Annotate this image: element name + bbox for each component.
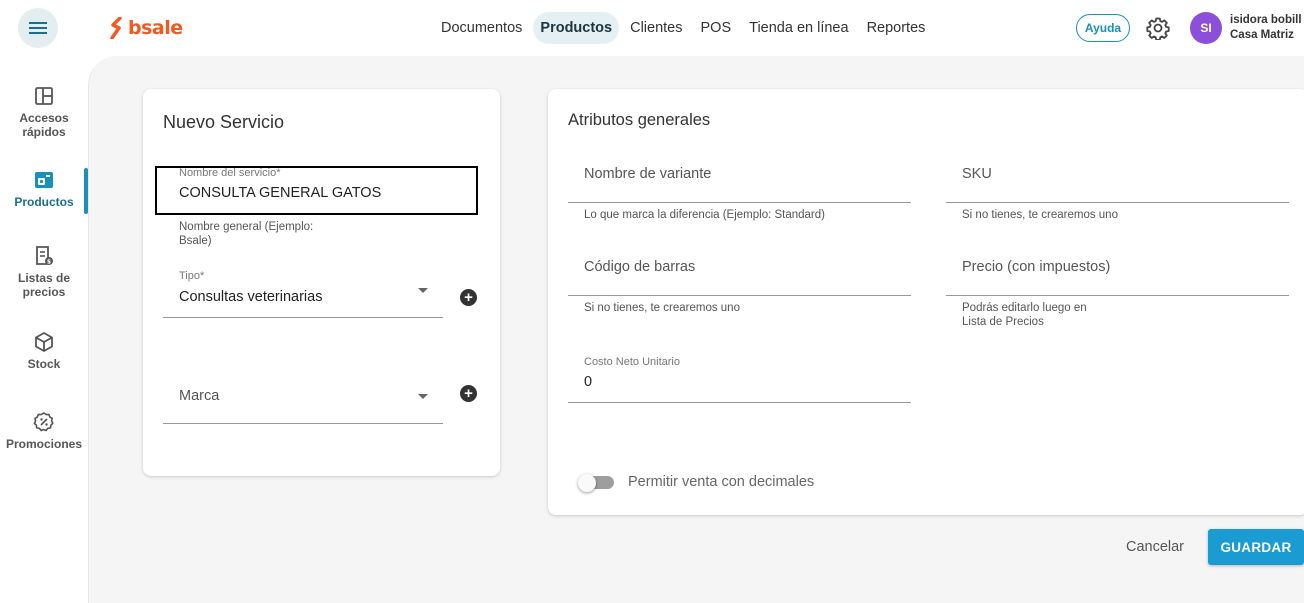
price-underline (946, 295, 1289, 296)
decimals-toggle[interactable] (578, 474, 614, 492)
cube-icon (35, 332, 53, 352)
marca-select[interactable]: Marca (163, 378, 443, 424)
save-button[interactable]: GUARDAR (1208, 529, 1304, 565)
nav-clientes[interactable]: Clientes (623, 12, 689, 44)
cost-label: Costo Neto Unitario (584, 356, 680, 368)
nav-productos[interactable]: Productos (533, 12, 620, 44)
barcode-underline (568, 295, 911, 296)
sidebar-item-promociones[interactable]: Promociones (0, 411, 88, 451)
plus-icon: + (464, 385, 473, 402)
marca-underline (163, 423, 443, 424)
nav-reportes[interactable]: Reportes (860, 12, 933, 44)
user-branch: Casa Matriz (1230, 29, 1294, 41)
price-list-icon: $ (36, 246, 53, 266)
tipo-value: Consultas veterinarias (179, 289, 323, 305)
plus-icon: + (464, 289, 473, 306)
add-marca-button[interactable]: + (460, 385, 477, 402)
sku-hint: Si no tienes, te crearemos uno (962, 209, 1118, 221)
toggle-knob (578, 474, 596, 492)
focus-outline (155, 166, 478, 215)
variant-name-underline (568, 202, 911, 203)
sidebar-item-label: Stock (27, 357, 61, 371)
variant-name-placeholder: Nombre de variante (584, 166, 712, 182)
avatar[interactable]: SI (1190, 12, 1222, 44)
price-placeholder: Precio (con impuestos) (962, 259, 1111, 275)
top-bar: bsale Documentos Productos Clientes POS … (0, 0, 1304, 56)
variant-name-field[interactable]: Nombre de variante (568, 158, 911, 203)
nav-tienda-en-linea[interactable]: Tienda en línea (742, 12, 855, 44)
variant-name-hint: Lo que marca la diferencia (Ejemplo: Sta… (584, 209, 825, 221)
service-name-hint: Nombre general (Ejemplo: Bsale) (179, 221, 314, 247)
layout-grid-icon (35, 87, 53, 105)
gear-icon[interactable] (1146, 16, 1170, 40)
sidebar-item-accesos-rapidos[interactable]: Accesos rápidos (0, 85, 88, 139)
nav-documentos[interactable]: Documentos (434, 12, 529, 44)
card-title: Nuevo Servicio (163, 112, 285, 132)
user-info[interactable]: isidora bobill Casa Matriz (1230, 13, 1302, 43)
help-button[interactable]: Ayuda (1076, 14, 1130, 42)
barcode-field[interactable]: Código de barras (568, 251, 911, 296)
barcode-placeholder: Código de barras (584, 259, 696, 275)
barcode-hint: Si no tienes, te crearemos uno (584, 302, 740, 314)
brand-name: bsale (128, 17, 183, 39)
sidebar-item-label: Productos (14, 195, 74, 209)
add-tipo-button[interactable]: + (460, 289, 477, 306)
cost-value: 0 (584, 374, 593, 390)
svg-text:$: $ (47, 259, 51, 266)
discount-badge-icon (33, 412, 54, 432)
card-title: Atributos generales (568, 111, 711, 129)
menu-button[interactable] (18, 8, 58, 48)
hamburger-icon (29, 22, 47, 34)
price-field[interactable]: Precio (con impuestos) (946, 251, 1289, 296)
tipo-label: Tipo* (179, 270, 205, 282)
sidebar-item-listas-de-precios[interactable]: $ Listas de precios (0, 245, 88, 299)
sidebar-item-productos[interactable]: Productos (0, 169, 88, 209)
main-nav: Documentos Productos Clientes POS Tienda… (434, 12, 932, 44)
price-hint: Podrás editarlo luego en Lista de Precio… (962, 302, 1087, 328)
chevron-down-icon (418, 394, 428, 399)
cost-underline (568, 402, 911, 403)
cancel-button[interactable]: Cancelar (1118, 529, 1192, 565)
sku-field[interactable]: SKU (946, 158, 1289, 203)
sidebar-item-label: Listas de precios (17, 271, 71, 299)
nav-pos[interactable]: POS (694, 12, 739, 44)
brand-logo[interactable]: bsale (110, 14, 183, 42)
user-name: isidora bobill (1230, 14, 1302, 26)
sidebar-item-stock[interactable]: Stock (0, 331, 88, 371)
tipo-underline (163, 317, 443, 318)
sku-placeholder: SKU (962, 166, 992, 182)
sidebar-item-label: Promociones (5, 437, 83, 451)
tipo-select[interactable]: Tipo* Consultas veterinarias (163, 268, 443, 318)
product-tag-icon (35, 172, 53, 188)
decimals-toggle-label: Permitir venta con decimales (628, 474, 815, 490)
sidebar: Accesos rápidos Productos $ Listas de pr… (0, 56, 88, 603)
sidebar-item-label: Accesos rápidos (19, 111, 69, 139)
cost-field[interactable]: Costo Neto Unitario 0 (568, 354, 911, 403)
bsale-logo-icon (110, 17, 122, 39)
sku-underline (946, 202, 1289, 203)
marca-placeholder: Marca (179, 388, 220, 404)
chevron-down-icon (418, 288, 428, 293)
